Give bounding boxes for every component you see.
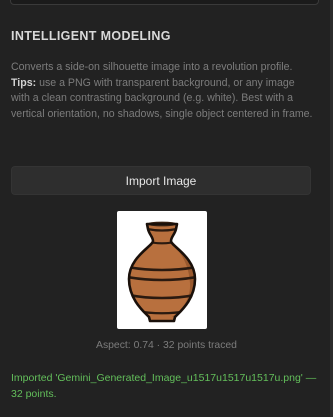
tips-label: Tips: [11,76,37,89]
tips-text: use a PNG with transparent background, o… [11,76,313,120]
import-status-message: Imported 'Gemini_Generated_Image_u1517u1… [11,372,317,400]
tips-paragraph: Tips: use a PNG with transparent backgro… [11,76,316,123]
section-title: INTELLIGENT MODELING [11,29,171,43]
description-block: Converts a side-on silhouette image into… [11,60,316,122]
description-text: Converts a side-on silhouette image into… [11,61,293,73]
aspect-readout: Aspect: 0.74 · 32 points traced [96,340,237,351]
image-preview [117,211,207,329]
intelligent-modeling-panel: INTELLIGENT MODELING Converts a side-on … [0,0,333,417]
import-image-button[interactable]: Import Image [11,166,311,195]
previous-control-edge [10,0,319,5]
vase-icon [127,221,197,323]
